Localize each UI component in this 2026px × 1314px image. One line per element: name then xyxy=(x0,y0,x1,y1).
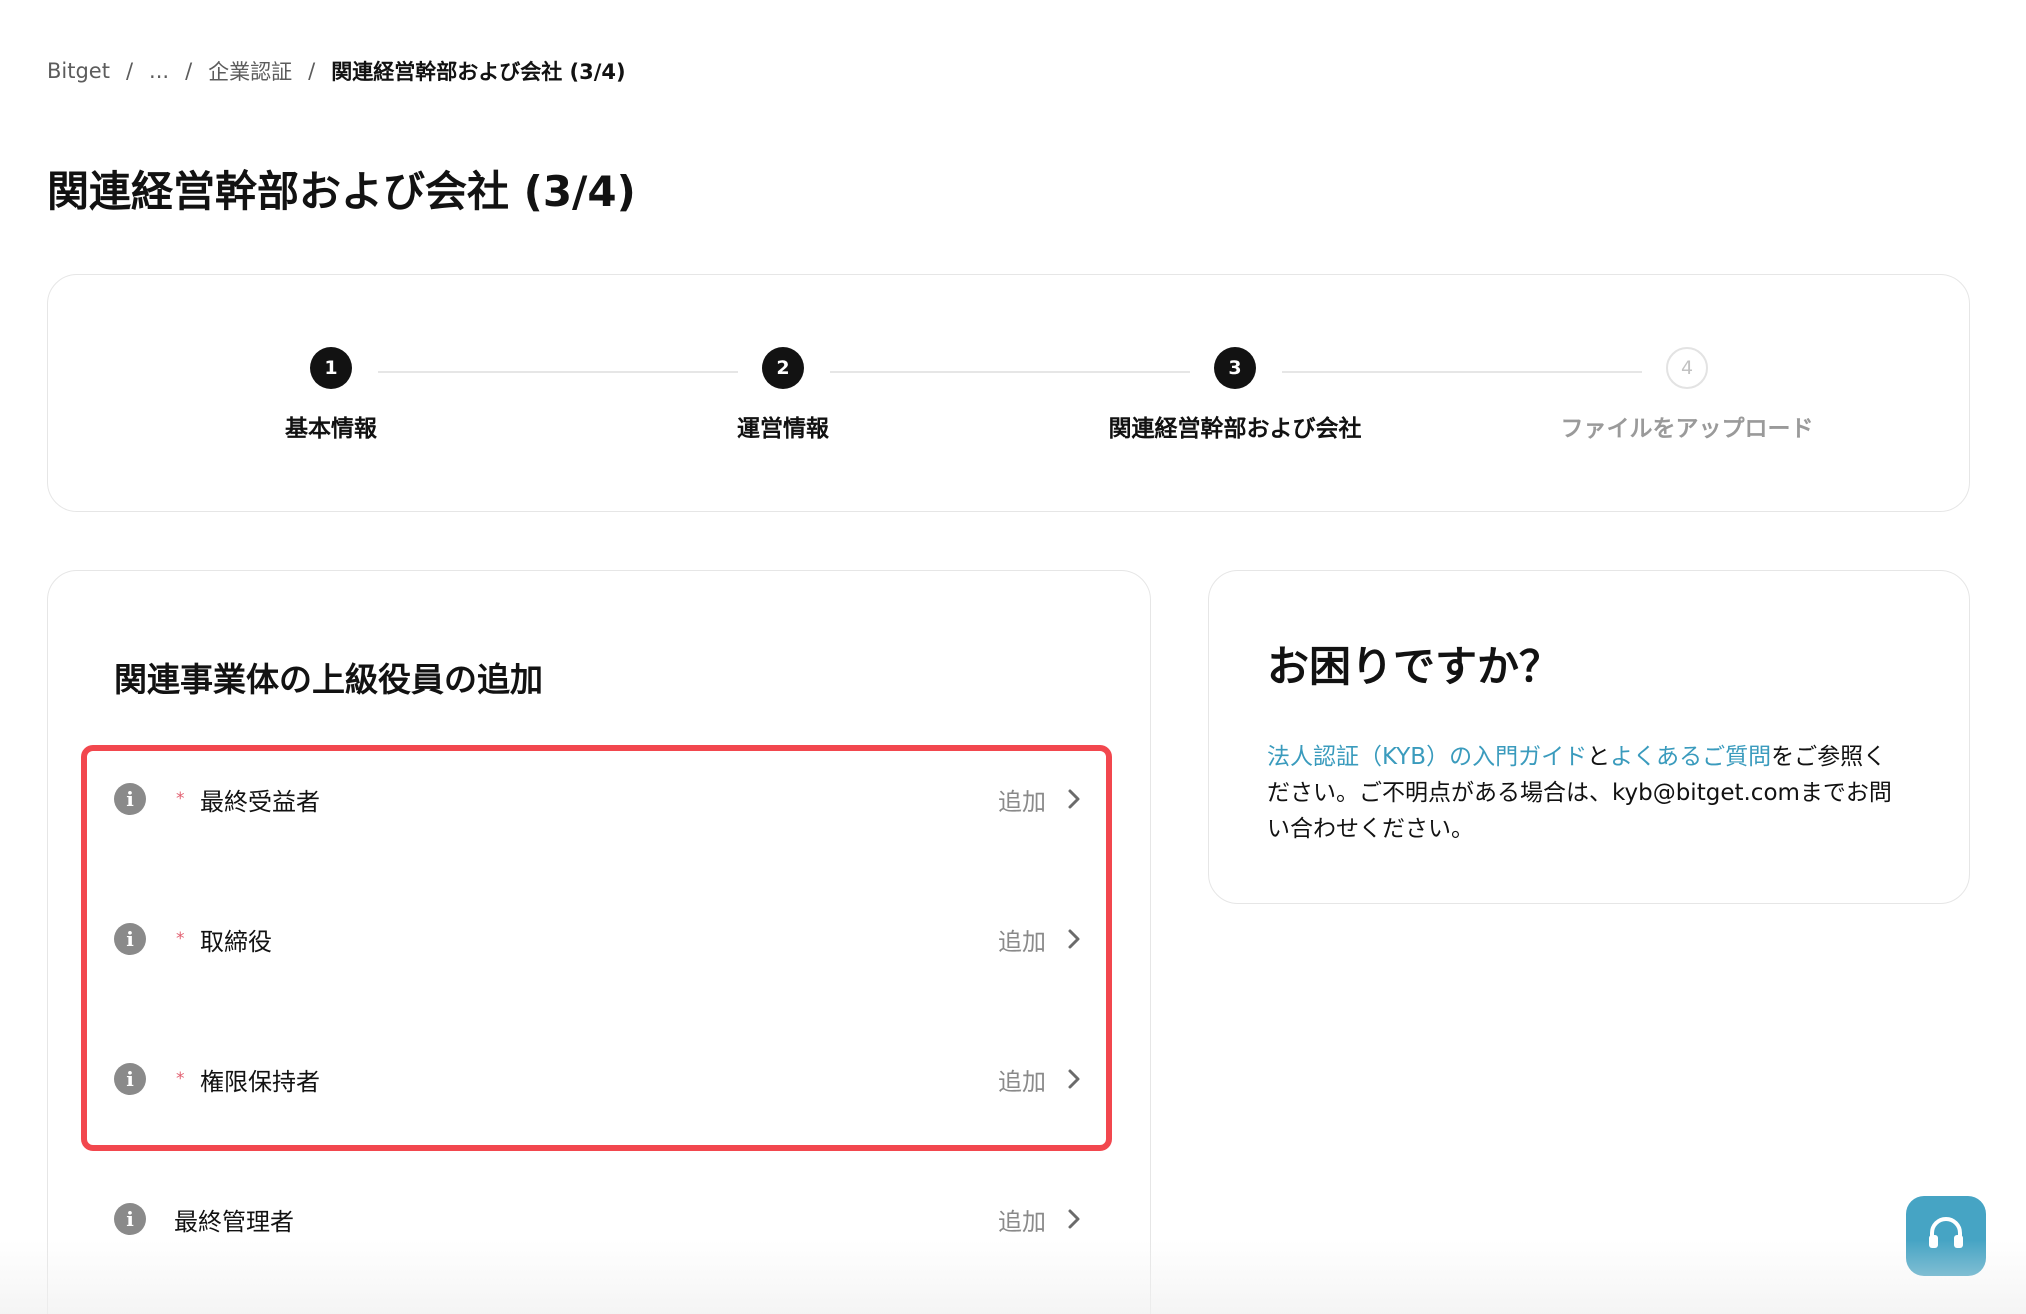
support-chat-button[interactable] xyxy=(1906,1196,1986,1276)
step-label: 基本情報 xyxy=(285,416,377,442)
breadcrumb-home[interactable]: Bitget xyxy=(47,59,110,83)
required-star: * xyxy=(176,1069,185,1089)
add-ultimate-controller-button[interactable]: 追加 xyxy=(998,1202,1046,1237)
row-label: 取締役 xyxy=(200,927,272,956)
executives-panel: 関連事業体の上級役員の追加 i * 最終受益者 追加 i * 取締役 追加 i … xyxy=(47,570,1151,1314)
breadcrumb-separator: / xyxy=(308,59,316,83)
step-number: 4 xyxy=(1666,347,1708,389)
executive-row-director[interactable]: i * 取締役 追加 xyxy=(114,909,1084,969)
required-star: * xyxy=(176,789,185,809)
add-ubo-button[interactable]: 追加 xyxy=(998,782,1046,817)
add-director-button[interactable]: 追加 xyxy=(998,922,1046,957)
step-number: 3 xyxy=(1214,347,1256,389)
help-text: 法人認証（KYB）の入門ガイドとよくあるご質問をご参照ください。ご不明点がある場… xyxy=(1267,739,1907,847)
help-conjunction: と xyxy=(1587,744,1611,770)
support-email: kyb@bitget.com xyxy=(1612,780,1800,806)
chevron-right-icon[interactable] xyxy=(1064,1207,1084,1231)
chevron-right-icon[interactable] xyxy=(1064,927,1084,951)
headset-icon xyxy=(1924,1212,1968,1260)
breadcrumb: Bitget / ... / 企業認証 / 関連経営幹部および会社 (3/4) xyxy=(47,56,626,86)
step-label: ファイルをアップロード xyxy=(1560,416,1814,442)
step-number: 1 xyxy=(310,347,352,389)
required-star: * xyxy=(176,929,185,949)
step-4: 4 ファイルをアップロード xyxy=(1507,347,1867,443)
step-number: 2 xyxy=(762,347,804,389)
step-2: 2 運営情報 xyxy=(603,347,963,443)
breadcrumb-ellipsis[interactable]: ... xyxy=(149,59,169,83)
step-label: 関連経営幹部および会社 xyxy=(1108,416,1362,442)
page-title: 関連経営幹部および会社 (3/4) xyxy=(47,167,636,216)
help-title: お困りですか？ xyxy=(1267,642,1562,691)
add-authorized-signatory-button[interactable]: 追加 xyxy=(998,1062,1046,1097)
row-label: 最終管理者 xyxy=(174,1207,294,1236)
chevron-right-icon[interactable] xyxy=(1064,1067,1084,1091)
chevron-right-icon[interactable] xyxy=(1064,787,1084,811)
breadcrumb-corporate-verification[interactable]: 企業認証 xyxy=(208,56,292,86)
info-icon[interactable]: i xyxy=(114,783,146,815)
executives-section-title: 関連事業体の上級役員の追加 xyxy=(114,660,543,699)
info-icon[interactable]: i xyxy=(114,1203,146,1235)
breadcrumb-separator: / xyxy=(185,59,193,83)
help-panel: お困りですか？ 法人認証（KYB）の入門ガイドとよくあるご質問をご参照ください。… xyxy=(1208,570,1970,904)
step-3: 3 関連経営幹部および会社 xyxy=(1055,347,1415,443)
executive-row-authorized-signatory[interactable]: i * 権限保持者 追加 xyxy=(114,1049,1084,1109)
info-icon[interactable]: i xyxy=(114,1063,146,1095)
row-label: 最終受益者 xyxy=(200,787,320,816)
progress-stepper: 1 基本情報 2 運営情報 3 関連経営幹部および会社 4 ファイルをアップロー… xyxy=(47,274,1970,512)
step-label: 運営情報 xyxy=(737,416,829,442)
info-icon[interactable]: i xyxy=(114,923,146,955)
breadcrumb-separator: / xyxy=(125,59,134,83)
kyb-guide-link[interactable]: 法人認証（KYB）の入門ガイド xyxy=(1267,744,1587,770)
breadcrumb-current: 関連経営幹部および会社 (3/4) xyxy=(331,60,626,84)
row-label: 権限保持者 xyxy=(200,1067,320,1096)
executive-row-ultimate-controller[interactable]: i 最終管理者 追加 xyxy=(114,1189,1084,1249)
faq-link[interactable]: よくあるご質問 xyxy=(1610,744,1771,770)
step-1: 1 基本情報 xyxy=(151,347,511,443)
executive-row-ultimate-beneficial-owner[interactable]: i * 最終受益者 追加 xyxy=(114,769,1084,829)
